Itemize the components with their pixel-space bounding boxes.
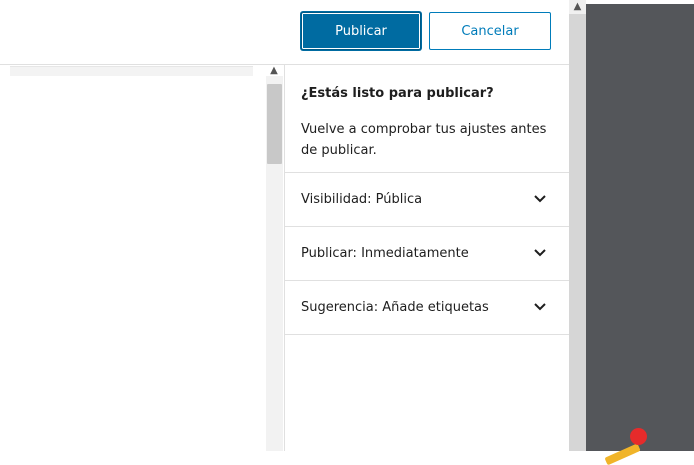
editor-content-strip <box>10 66 253 76</box>
tags-suggestion-label: Sugerencia: Añade etiquetas <box>301 300 489 315</box>
cancel-button[interactable]: Cancelar <box>429 12 551 50</box>
visibility-label: Visibilidad: Pública <box>301 192 423 207</box>
red-dot-shape <box>630 428 647 445</box>
panel-scroll-up-icon[interactable]: ▲ <box>569 0 586 14</box>
tags-suggestion-section[interactable]: Sugerencia: Añade etiquetas <box>285 280 569 335</box>
prepublish-description: Vuelve a comprobar tus ajustes antes de … <box>301 122 547 158</box>
visibility-section[interactable]: Visibilidad: Pública <box>285 172 569 227</box>
prepublish-title: ¿Estás listo para publicar? <box>301 86 494 101</box>
publish-time-section[interactable]: Publicar: Inmediatamente <box>285 226 569 281</box>
background-region <box>586 0 694 451</box>
chevron-down-icon <box>534 303 546 311</box>
editor-scroll-up-icon[interactable]: ▲ <box>265 64 283 78</box>
publish-button[interactable]: Publicar <box>301 12 421 50</box>
prepublish-panel: Publicar Cancelar ¿Estás listo para publ… <box>285 0 569 451</box>
chevron-down-icon <box>534 195 546 203</box>
background-top-strip <box>586 0 694 4</box>
editor-header-divider <box>0 64 285 65</box>
publish-time-label: Publicar: Inmediatamente <box>301 246 469 261</box>
prepublish-header: Publicar Cancelar <box>285 0 569 65</box>
editor-scrollbar-thumb[interactable] <box>267 84 282 164</box>
chevron-down-icon <box>534 249 546 257</box>
panel-scrollbar[interactable] <box>569 0 586 451</box>
sections-end-divider <box>285 334 569 335</box>
